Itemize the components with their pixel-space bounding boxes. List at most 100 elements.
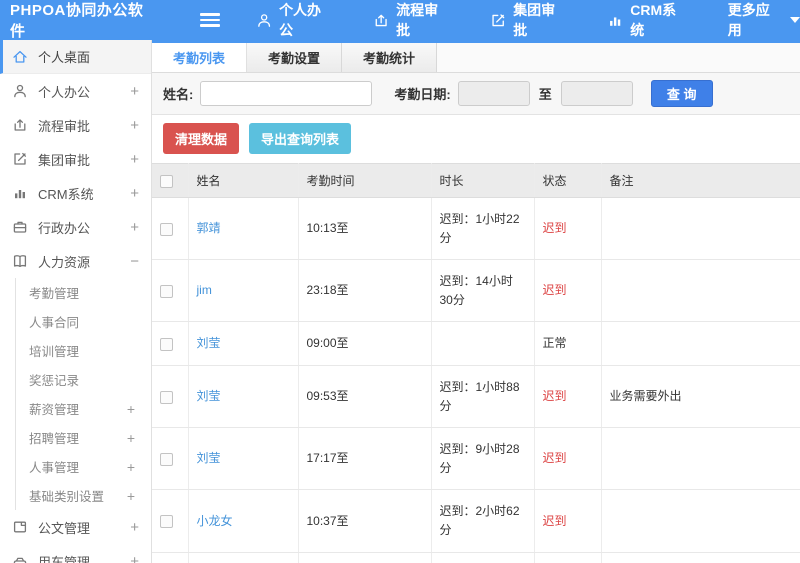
collapse-icon[interactable]: −	[130, 253, 139, 270]
edit-icon	[490, 12, 506, 29]
column-header: 状态	[534, 163, 602, 198]
employee-name-link[interactable]: 刘莹	[197, 389, 221, 403]
sidebar-subitem-label: 奖惩记录	[29, 374, 80, 388]
sidebar-subitem-personnel-mgmt[interactable]: 人事管理 +	[16, 452, 151, 481]
sidebar-item-label: 个人办公	[38, 84, 91, 100]
sidebar-subitem-label: 考勤管理	[29, 287, 80, 301]
sidebar-item-vehicle-mgmt[interactable]: 用车管理 +	[0, 544, 151, 563]
attendance-time-cell: 23:18至	[298, 259, 432, 323]
row-checkbox[interactable]	[160, 452, 173, 466]
attendance-table: 姓名 考勤时间 时长 状态 备注 郭靖 10:13至 迟到：1小时22分 迟到 jim 23:18…	[152, 163, 800, 563]
sidebar-subitem-recruit-mgmt[interactable]: 招聘管理 +	[16, 423, 151, 452]
note-cell	[601, 321, 800, 366]
column-header: 考勤时间	[298, 163, 432, 198]
sidebar-item-hr[interactable]: 人力资源 −	[0, 244, 151, 278]
sidebar-subitem-attendance-mgmt[interactable]: 考勤管理	[16, 278, 151, 307]
clean-data-button[interactable]: 清理数据	[163, 123, 240, 154]
sidebar-subitem-label: 薪资管理	[29, 403, 80, 417]
status-cell: 迟到	[534, 427, 602, 491]
hamburger-icon[interactable]	[200, 10, 220, 30]
sidebar-item-personal-office[interactable]: 个人办公 +	[0, 74, 151, 108]
status-cell: 迟到	[534, 365, 602, 429]
table-row: jim 23:18至 迟到：14小时30分 迟到	[152, 259, 800, 323]
note-cell	[601, 197, 800, 261]
date-to-input[interactable]	[560, 81, 633, 106]
row-checkbox[interactable]	[160, 390, 173, 404]
expand-icon[interactable]: +	[127, 459, 135, 475]
table-header-row: 姓名 考勤时间 时长 状态 备注	[152, 163, 800, 198]
tab-attendance-settings[interactable]: 考勤设置	[247, 43, 343, 72]
sidebar-item-document-mgmt[interactable]: 公文管理 +	[0, 510, 151, 544]
employee-name-link[interactable]: jim	[197, 283, 212, 297]
column-header: 备注	[601, 163, 800, 198]
employee-name-link[interactable]: 刘莹	[197, 451, 221, 465]
duration-cell: 迟到：1小时22分	[431, 197, 535, 261]
nav-item-more-apps[interactable]: 更多应用	[728, 0, 800, 40]
top-nav: 个人办公 流程审批 集团审批 CRM系统 更多应用	[256, 0, 800, 40]
employee-name-link[interactable]: 小龙女	[197, 514, 233, 528]
sidebar-item-group-approval[interactable]: 集团审批 +	[0, 142, 151, 176]
expand-icon[interactable]: +	[130, 117, 139, 134]
note-cell	[601, 489, 800, 553]
expand-icon[interactable]: +	[130, 519, 139, 536]
export-list-button[interactable]: 导出查询列表	[249, 123, 352, 154]
status-badge: 迟到	[542, 221, 567, 236]
nav-item-group-approval[interactable]: 集团审批	[490, 0, 567, 40]
expand-icon[interactable]: +	[130, 83, 139, 100]
status-cell: 迟到	[534, 489, 602, 553]
name-input[interactable]	[200, 81, 373, 106]
sidebar-item-personal-desktop[interactable]: 个人桌面	[0, 40, 151, 74]
expand-icon[interactable]: +	[130, 219, 139, 236]
expand-icon[interactable]: +	[130, 553, 139, 563]
sidebar: 个人桌面 个人办公 + 流程审批 + 集团审批 + CRM系统 + 行政办公 + 人力资源 − 考勤管理人…	[0, 40, 152, 563]
nav-item-workflow-approval[interactable]: 流程审批	[373, 0, 450, 40]
nav-item-personal-office[interactable]: 个人办公	[256, 0, 333, 40]
app-header: PHPOA协同办公软件 个人办公 流程审批 集团审批 CRM系统 更多应用	[0, 0, 800, 40]
nav-item-label: 更多应用	[727, 2, 770, 38]
attendance-time-cell: 17:17至	[298, 427, 432, 491]
date-from-input[interactable]	[457, 81, 530, 106]
sidebar-subitem-training-mgmt[interactable]: 培训管理	[16, 336, 151, 365]
row-checkbox[interactable]	[160, 514, 173, 528]
status-cell: 正常	[534, 321, 602, 366]
expand-icon[interactable]: +	[127, 401, 135, 417]
table-row: 刘莹 09:53至 迟到：1小时88分 迟到 业务需要外出	[152, 365, 800, 429]
employee-name-link[interactable]: 郭靖	[197, 221, 221, 235]
attendance-time-cell: 10:37至	[298, 489, 432, 553]
table-row: 刘莹 17:17至 迟到：9小时28分 迟到	[152, 427, 800, 491]
nav-item-crm[interactable]: CRM系统	[607, 0, 688, 40]
expand-icon[interactable]: +	[127, 430, 135, 446]
book-icon	[12, 253, 28, 269]
row-checkbox[interactable]	[160, 222, 173, 236]
expand-icon[interactable]: +	[130, 151, 139, 168]
sidebar-item-crm[interactable]: CRM系统 +	[0, 176, 151, 210]
sidebar-item-label: 人力资源	[38, 254, 91, 270]
expand-icon[interactable]: +	[130, 185, 139, 202]
tab-attendance-list[interactable]: 考勤列表	[152, 43, 248, 72]
row-checkbox[interactable]	[160, 284, 173, 298]
sidebar-subitem-salary-mgmt[interactable]: 薪资管理 +	[16, 394, 151, 423]
status-badge: 迟到	[542, 451, 567, 466]
note-cell: 1111	[601, 552, 800, 563]
sidebar-item-workflow-approval[interactable]: 流程审批 +	[0, 108, 151, 142]
sidebar-item-label: 流程审批	[38, 118, 91, 134]
note-cell	[601, 427, 800, 491]
sidebar-subitem-base-category[interactable]: 基础类别设置 +	[16, 481, 151, 510]
sidebar-subitem-label: 招聘管理	[29, 432, 80, 446]
status-cell: 迟到/早退	[534, 552, 602, 563]
expand-icon[interactable]: +	[127, 488, 135, 504]
sidebar-subitem-hr-contract[interactable]: 人事合同	[16, 307, 151, 336]
status-badge: 迟到	[542, 283, 567, 298]
sidebar-item-admin-office[interactable]: 行政办公 +	[0, 210, 151, 244]
employee-name-link[interactable]: 刘莹	[197, 336, 221, 350]
status-badge: 迟到	[542, 389, 567, 404]
sidebar-subitem-reward-punish[interactable]: 奖惩记录	[16, 365, 151, 394]
search-button[interactable]: 查 询	[650, 80, 713, 107]
tab-attendance-stats[interactable]: 考勤统计	[342, 43, 438, 72]
select-all-checkbox[interactable]	[160, 174, 173, 188]
doc-icon	[12, 519, 28, 535]
attendance-table-wrap: 姓名 考勤时间 时长 状态 备注 郭靖 10:13至 迟到：1小时22分 迟到 jim 23:18…	[152, 163, 800, 563]
briefcase-icon	[12, 219, 28, 235]
row-checkbox[interactable]	[160, 337, 173, 351]
sidebar-item-label: 公文管理	[38, 520, 91, 536]
